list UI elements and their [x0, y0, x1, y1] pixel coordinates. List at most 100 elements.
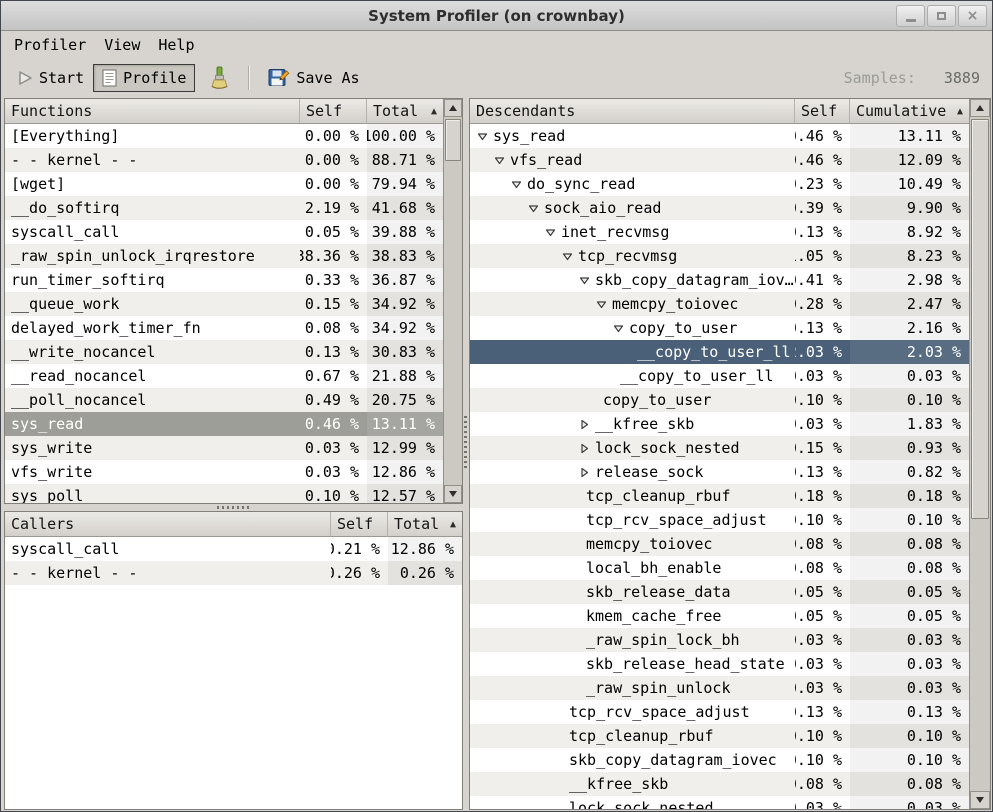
tree-row[interactable]: tcp_rcv_space_adjust0.10 %0.10 %: [470, 508, 969, 532]
cumulative-value: 0.10 %: [850, 388, 969, 412]
table-row[interactable]: syscall_call0.05 %39.88 %: [5, 220, 443, 244]
table-row[interactable]: [Everything]0.00 %100.00 %: [5, 124, 443, 148]
reset-button[interactable]: [199, 61, 239, 96]
expander-open-icon[interactable]: [527, 203, 540, 214]
column-header-callers[interactable]: Callers: [5, 512, 331, 537]
tree-row[interactable]: kmem_cache_free0.05 %0.05 %: [470, 604, 969, 628]
tree-row[interactable]: tcp_cleanup_rbuf0.18 %0.18 %: [470, 484, 969, 508]
table-row[interactable]: __read_nocancel0.67 %21.88 %: [5, 364, 443, 388]
close-button[interactable]: ×: [958, 5, 987, 27]
tree-row[interactable]: __kfree_skb0.03 %1.83 %: [470, 412, 969, 436]
scroll-down-button[interactable]: [970, 791, 990, 809]
expander-open-icon[interactable]: [493, 155, 506, 166]
menu-profiler[interactable]: Profiler: [5, 33, 95, 57]
table-row[interactable]: __poll_nocancel0.49 %20.75 %: [5, 388, 443, 412]
column-header-self[interactable]: Self: [795, 99, 850, 124]
tree-row[interactable]: do_sync_read0.23 %10.49 %: [470, 172, 969, 196]
tree-row[interactable]: _raw_spin_lock_bh0.03 %0.03 %: [470, 628, 969, 652]
table-row[interactable]: - - kernel - -0.26 %0.26 %: [5, 561, 462, 585]
scrollbar-thumb[interactable]: [971, 119, 989, 519]
table-row[interactable]: __write_nocancel0.13 %30.83 %: [5, 340, 443, 364]
table-row[interactable]: _raw_spin_unlock_irqrestore38.36 %38.83 …: [5, 244, 443, 268]
total-value: 21.88 %: [367, 364, 443, 388]
tree-row[interactable]: copy_to_user0.10 %0.10 %: [470, 388, 969, 412]
scrollbar-track[interactable]: [970, 117, 990, 791]
expander-open-icon[interactable]: [476, 131, 489, 142]
tree-row[interactable]: tcp_cleanup_rbuf0.10 %0.10 %: [470, 724, 969, 748]
brush-icon: [208, 66, 230, 91]
scroll-up-button[interactable]: [970, 99, 990, 117]
tree-row[interactable]: skb_release_data0.05 %0.05 %: [470, 580, 969, 604]
table-row[interactable]: sys_poll0.10 %12.57 %: [5, 484, 443, 503]
table-row[interactable]: vfs_write0.03 %12.86 %: [5, 460, 443, 484]
menu-view[interactable]: View: [95, 33, 149, 57]
column-header-total[interactable]: Total▲: [367, 99, 443, 124]
profile-toggle-button[interactable]: Profile: [93, 64, 195, 92]
tree-row[interactable]: inet_recvmsg0.13 %8.92 %: [470, 220, 969, 244]
expander-closed-icon[interactable]: [578, 467, 591, 478]
column-header-descendants[interactable]: Descendants: [470, 99, 795, 124]
tree-row[interactable]: sock_aio_read0.39 %9.90 %: [470, 196, 969, 220]
tree-row[interactable]: __copy_to_user_ll2.03 %2.03 %: [470, 340, 969, 364]
tree-row[interactable]: memcpy_toiovec0.28 %2.47 %: [470, 292, 969, 316]
cumulative-value: 0.03 %: [850, 796, 969, 809]
table-row[interactable]: sys_read0.46 %13.11 %: [5, 412, 443, 436]
minimize-button[interactable]: [896, 5, 925, 27]
play-icon: [18, 70, 33, 86]
save-as-button[interactable]: Save As: [259, 63, 368, 93]
total-value: 100.00 %: [367, 124, 443, 148]
expander-open-icon[interactable]: [595, 299, 608, 310]
column-header-functions[interactable]: Functions: [5, 99, 300, 124]
table-row[interactable]: __do_softirq2.19 %41.68 %: [5, 196, 443, 220]
descendant-label: release_sock: [595, 463, 703, 481]
table-row[interactable]: run_timer_softirq0.33 %36.87 %: [5, 268, 443, 292]
tree-row[interactable]: release_sock0.13 %0.82 %: [470, 460, 969, 484]
tree-row[interactable]: tcp_recvmsg1.05 %8.23 %: [470, 244, 969, 268]
cumulative-value: 1.83 %: [850, 412, 969, 436]
scroll-down-button[interactable]: [444, 485, 462, 503]
tree-row[interactable]: vfs_read0.46 %12.09 %: [470, 148, 969, 172]
tree-row[interactable]: sys_read0.46 %13.11 %: [470, 124, 969, 148]
tree-row[interactable]: memcpy_toiovec0.08 %0.08 %: [470, 532, 969, 556]
arrow-up-icon: [976, 105, 984, 111]
expander-open-icon[interactable]: [612, 323, 625, 334]
maximize-button[interactable]: [927, 5, 956, 27]
column-header-self[interactable]: Self: [331, 512, 388, 537]
tree-row[interactable]: skb_release_head_state0.03 %0.03 %: [470, 652, 969, 676]
tree-row[interactable]: _raw_spin_unlock0.03 %0.03 %: [470, 676, 969, 700]
column-header-total[interactable]: Total▲: [388, 512, 462, 537]
descendant-label: tcp_rcv_space_adjust: [569, 703, 750, 721]
scrollbar-thumb[interactable]: [445, 119, 461, 161]
tree-row[interactable]: lock_sock_nested0.15 %0.93 %: [470, 436, 969, 460]
tree-row[interactable]: lock_sock_nested0.03 %0.03 %: [470, 796, 969, 809]
descendants-scrollbar[interactable]: [969, 99, 990, 809]
table-row[interactable]: - - kernel - -0.00 %88.71 %: [5, 148, 443, 172]
table-row[interactable]: syscall_call0.21 %12.86 %: [5, 537, 462, 561]
menu-help[interactable]: Help: [149, 33, 203, 57]
expander-closed-icon[interactable]: [578, 419, 591, 430]
table-row[interactable]: sys_write0.03 %12.99 %: [5, 436, 443, 460]
expander-closed-icon[interactable]: [578, 443, 591, 454]
tree-row[interactable]: __copy_to_user_ll0.03 %0.03 %: [470, 364, 969, 388]
tree-row[interactable]: copy_to_user0.13 %2.16 %: [470, 316, 969, 340]
start-button[interactable]: Start: [9, 64, 93, 92]
scroll-up-button[interactable]: [444, 99, 462, 117]
table-row[interactable]: __queue_work0.15 %34.92 %: [5, 292, 443, 316]
tree-row[interactable]: tcp_rcv_space_adjust0.13 %0.13 %: [470, 700, 969, 724]
descendant-name: do_sync_read: [470, 172, 795, 196]
expander-open-icon[interactable]: [544, 227, 557, 238]
tree-row[interactable]: __kfree_skb0.08 %0.08 %: [470, 772, 969, 796]
functions-scrollbar[interactable]: [443, 99, 462, 503]
expander-open-icon[interactable]: [510, 179, 523, 190]
tree-row[interactable]: local_bh_enable0.08 %0.08 %: [470, 556, 969, 580]
column-header-self[interactable]: Self: [300, 99, 367, 124]
tree-row[interactable]: skb_copy_datagram_iovec0.10 %0.10 %: [470, 748, 969, 772]
tree-row[interactable]: skb_copy_datagram_iov…0.41 %2.98 %: [470, 268, 969, 292]
table-row[interactable]: delayed_work_timer_fn0.08 %34.92 %: [5, 316, 443, 340]
horizontal-splitter[interactable]: [4, 504, 463, 511]
table-row[interactable]: [wget]0.00 %79.94 %: [5, 172, 443, 196]
expander-open-icon[interactable]: [578, 275, 591, 286]
expander-open-icon[interactable]: [561, 251, 574, 262]
column-header-cumulative[interactable]: Cumulative▲: [850, 99, 969, 124]
scrollbar-track[interactable]: [444, 117, 462, 485]
